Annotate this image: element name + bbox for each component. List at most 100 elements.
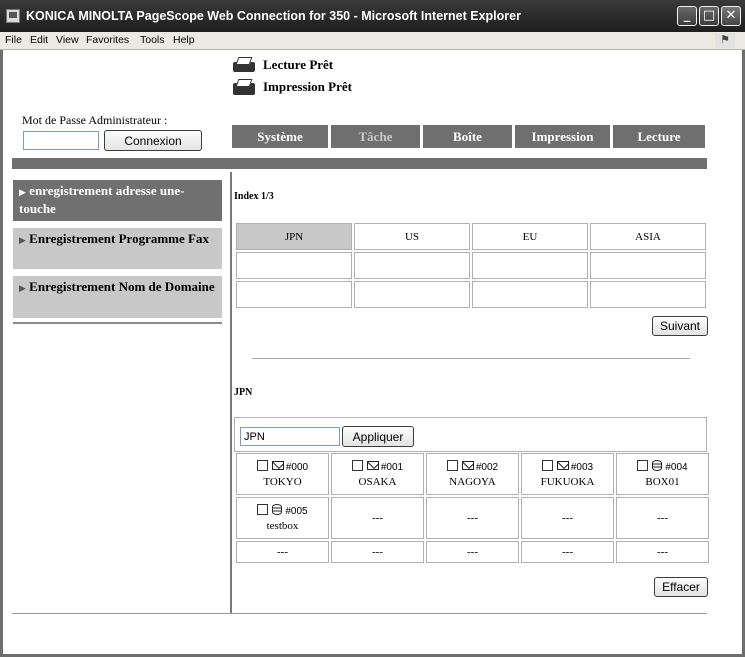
menu-help[interactable]: Help — [173, 34, 195, 46]
address-entry[interactable]: #002 NAGOYA — [426, 453, 519, 495]
window-title: KONICA MINOLTA PageScope Web Connection … — [26, 9, 521, 23]
entry-checkbox[interactable] — [637, 459, 649, 471]
sidebar-item-domain-name[interactable]: ▶ Enregistrement Nom de Domaine — [13, 276, 222, 318]
address-table: #000 TOKYO #001 OSAKA #002 NAGOYA #003 F… — [234, 451, 711, 565]
scan-status: Lecture Prêt — [233, 57, 333, 73]
region-index-table: JPN US EU ASIA — [234, 221, 708, 310]
filter-input[interactable] — [240, 427, 340, 446]
empty-entry: --- — [616, 541, 709, 563]
print-status-text: Impression Prêt — [263, 79, 352, 94]
region-cell-empty — [472, 281, 588, 308]
region-tab-jpn[interactable]: JPN — [236, 223, 352, 250]
scanner-icon — [233, 57, 257, 73]
entry-number: #003 — [570, 461, 594, 473]
entry-name: OSAKA — [358, 475, 397, 488]
sidebar-item-one-touch[interactable]: ▶ enregistrement adresse une-touche — [13, 180, 222, 221]
tab-impression[interactable]: Impression — [515, 125, 613, 148]
address-entry[interactable]: #003 FUKUOKA — [521, 453, 614, 495]
empty-entry: --- — [236, 541, 329, 563]
menu-tools[interactable]: Tools — [140, 34, 165, 46]
entry-checkbox[interactable] — [446, 459, 458, 471]
box-icon — [652, 459, 663, 471]
entry-number: #001 — [380, 461, 404, 473]
entry-checkbox[interactable] — [541, 459, 553, 471]
table-row: --- --- --- --- --- — [236, 541, 709, 563]
window-title-bar[interactable]: KONICA MINOLTA PageScope Web Connection … — [0, 0, 745, 32]
region-cell-empty — [354, 281, 470, 308]
region-cell-empty — [354, 252, 470, 279]
print-status: Impression Prêt — [233, 79, 352, 95]
frame-border-left — [0, 50, 3, 657]
menu-file[interactable]: File — [5, 34, 22, 46]
region-tab-us[interactable]: US — [354, 223, 470, 250]
clear-button[interactable]: Effacer — [654, 577, 708, 597]
login-button[interactable]: Connexion — [104, 130, 202, 151]
entry-name: BOX01 — [645, 475, 680, 488]
entry-checkbox[interactable] — [257, 503, 269, 515]
tab-lecture[interactable]: Lecture — [613, 125, 705, 148]
close-button[interactable]: ✕ — [721, 6, 741, 26]
region-cell-empty — [236, 281, 352, 308]
next-button[interactable]: Suivant — [652, 316, 708, 336]
minimize-button[interactable]: _ — [677, 6, 697, 26]
arrow-right-icon: ▶ — [19, 284, 26, 294]
address-entry[interactable]: #005 testbox — [236, 497, 329, 539]
address-entry[interactable]: #004 BOX01 — [616, 453, 709, 495]
window-controls: _ □ ✕ — [677, 6, 741, 26]
entry-number: #000 — [285, 461, 309, 473]
region-cell-empty — [472, 252, 588, 279]
empty-entry: --- — [426, 497, 519, 539]
entry-checkbox[interactable] — [256, 459, 268, 471]
maximize-button[interactable]: □ — [699, 6, 719, 26]
entry-number: #004 — [665, 461, 688, 473]
region-tab-eu[interactable]: EU — [472, 223, 588, 250]
sidebar-item-fax-program[interactable]: ▶ Enregistrement Programme Fax — [13, 228, 222, 269]
region-cell-empty — [590, 281, 706, 308]
entry-checkbox[interactable] — [351, 459, 363, 471]
content-splitter — [230, 172, 232, 614]
table-row: #000 TOKYO #001 OSAKA #002 NAGOYA #003 F… — [236, 453, 709, 495]
sidebar-bottom-rule — [13, 322, 222, 324]
entry-number: #005 — [285, 505, 308, 517]
address-entry[interactable]: #001 OSAKA — [331, 453, 424, 495]
sidebar-item-label: Enregistrement Nom de Domaine — [29, 279, 215, 294]
empty-entry: --- — [616, 497, 709, 539]
mail-icon — [556, 460, 569, 470]
arrow-right-icon: ▶ — [19, 236, 26, 246]
main-tabs: Système Tâche Boîte Impression Lecture — [232, 125, 705, 148]
address-entry[interactable]: #000 TOKYO — [236, 453, 329, 495]
region-tab-asia[interactable]: ASIA — [590, 223, 706, 250]
mail-icon — [271, 460, 284, 470]
region-cell-empty — [236, 252, 352, 279]
app-icon — [6, 9, 20, 23]
entry-name: NAGOYA — [449, 475, 496, 488]
box-icon — [272, 503, 283, 515]
mail-icon — [366, 460, 379, 470]
tab-boite[interactable]: Boîte — [423, 125, 515, 148]
empty-entry: --- — [331, 497, 424, 539]
menu-view[interactable]: View — [56, 34, 79, 46]
empty-entry: --- — [521, 497, 614, 539]
sidebar-item-label: Enregistrement Programme Fax — [29, 231, 209, 246]
tab-systeme[interactable]: Système — [232, 125, 331, 148]
windows-logo-icon: ⚑ — [715, 33, 735, 48]
admin-password-label: Mot de Passe Administrateur : — [22, 113, 168, 127]
region-cell-empty — [590, 252, 706, 279]
menu-bar: File Edit View Favorites Tools Help ⚑ — [0, 32, 745, 50]
entry-number: #002 — [475, 461, 499, 473]
menu-edit[interactable]: Edit — [30, 34, 48, 46]
entry-name: FUKUOKA — [540, 475, 595, 488]
admin-password-input[interactable] — [23, 131, 99, 150]
menu-favorites[interactable]: Favorites — [86, 34, 129, 46]
sidebar-item-label: enregistrement adresse une-touche — [19, 183, 185, 216]
entries-heading: JPN — [234, 387, 253, 398]
index-title: Index 1/3 — [234, 191, 274, 202]
scan-status-text: Lecture Prêt — [263, 57, 334, 72]
entry-name: testbox — [266, 519, 299, 532]
apply-button[interactable]: Appliquer — [342, 426, 414, 447]
arrow-right-icon: ▶ — [19, 188, 26, 198]
table-row: #005 testbox --- --- --- --- — [236, 497, 709, 539]
empty-entry: --- — [331, 541, 424, 563]
empty-entry: --- — [521, 541, 614, 563]
tab-tache[interactable]: Tâche — [331, 125, 423, 148]
